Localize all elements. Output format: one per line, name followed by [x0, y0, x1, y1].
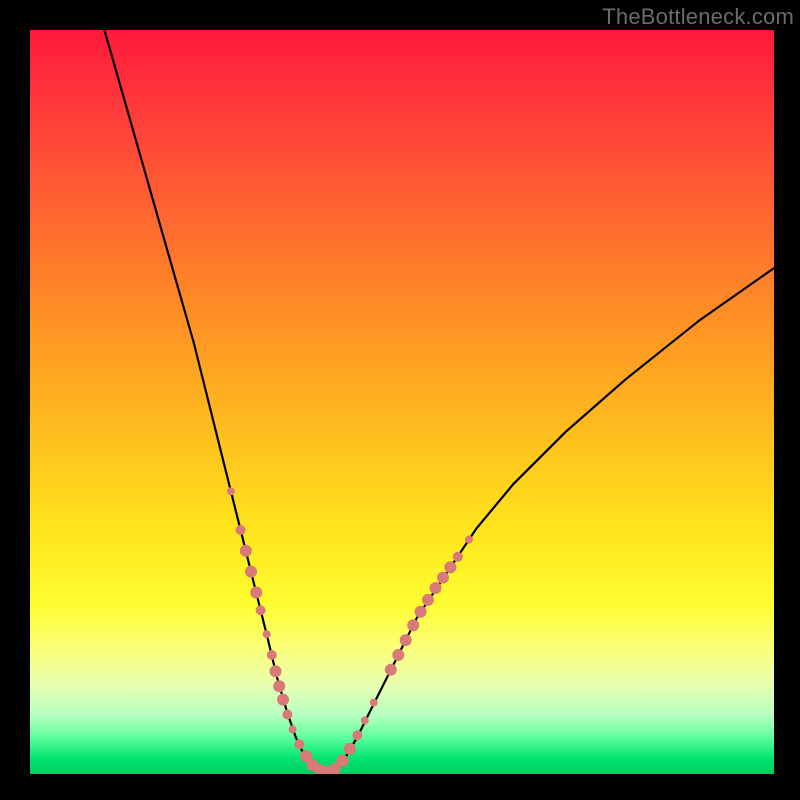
data-marker	[277, 694, 289, 706]
data-marker	[267, 650, 277, 660]
plot-area	[30, 30, 774, 774]
data-marker	[263, 630, 271, 638]
watermark-text: TheBottleneck.com	[602, 4, 794, 30]
data-marker	[227, 487, 235, 495]
data-marker	[289, 725, 297, 733]
data-marker	[273, 680, 285, 692]
data-marker	[256, 605, 266, 615]
data-marker	[385, 664, 397, 676]
data-marker	[294, 739, 304, 749]
data-marker	[250, 587, 262, 599]
data-marker	[282, 710, 292, 720]
data-marker	[415, 606, 427, 618]
data-marker	[422, 594, 434, 606]
data-marker	[407, 619, 419, 631]
data-marker	[370, 699, 378, 707]
data-marker	[236, 525, 246, 535]
data-marker	[444, 561, 456, 573]
data-marker	[240, 545, 252, 557]
data-marker	[352, 730, 362, 740]
data-marker	[392, 649, 404, 661]
data-marker	[430, 582, 442, 594]
data-marker	[453, 552, 463, 562]
data-marker	[245, 566, 257, 578]
data-marker	[437, 572, 449, 584]
data-marker	[344, 743, 356, 755]
data-marker	[361, 716, 369, 724]
data-marker	[465, 536, 473, 544]
data-marker	[400, 634, 412, 646]
data-marker	[270, 665, 282, 677]
chart-svg	[30, 30, 774, 774]
chart-frame: TheBottleneck.com	[0, 0, 800, 800]
bottleneck-curve	[104, 30, 774, 773]
data-marker	[337, 755, 349, 767]
